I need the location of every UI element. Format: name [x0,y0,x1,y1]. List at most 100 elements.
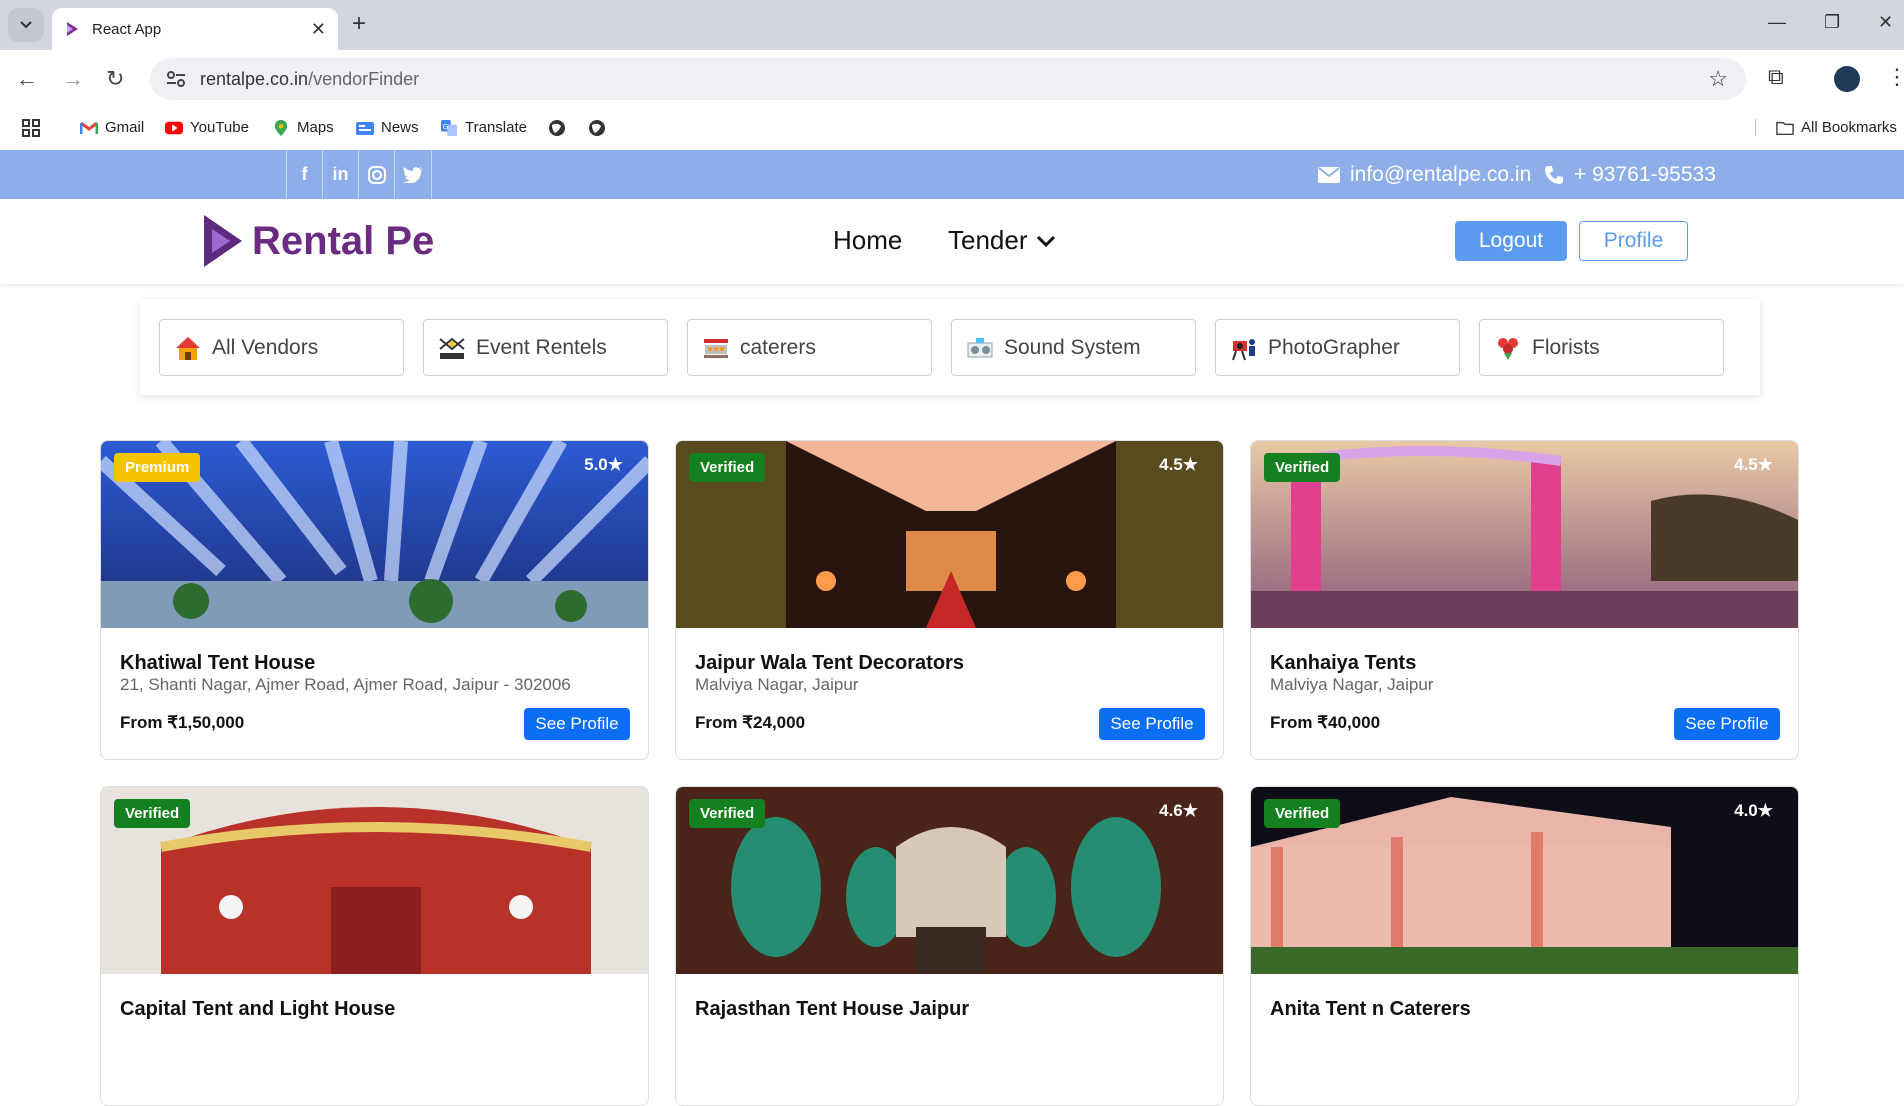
vendor-price: From ₹1,50,000 [120,713,245,732]
brand-name: Rental Pe [252,218,435,263]
vendor-card[interactable]: Premium 5.0★ Khatiwal Tent House 21, Sha… [100,440,649,760]
category-sound-system[interactable]: Sound System [951,319,1196,376]
bookmark-star-icon[interactable]: ☆ [1708,66,1728,92]
profile-button[interactable]: Profile [1579,221,1688,261]
rating-badge: 4.0★ [1734,801,1773,820]
vendor-address: Malviya Nagar, Jaipur [1270,675,1434,694]
photographer-icon [1232,338,1255,360]
vendor-address: 21, Shanti Nagar, Ajmer Road, Ajmer Road… [120,675,571,694]
bookmark-label: Gmail [105,119,145,136]
url-text: rentalpe.co.in/vendorFinder [200,69,419,90]
category-label: PhotoGrapher [1268,335,1400,359]
vendor-name: Rajasthan Tent House Jaipur [695,998,970,1020]
category-photographer[interactable]: PhotoGrapher [1215,319,1460,376]
phone-icon [1545,166,1563,184]
bookmark-label: Maps [297,119,334,136]
reload-icon[interactable]: ↻ [106,66,124,92]
email-contact[interactable]: info@rentalpe.co.in [1318,163,1531,187]
bookmark-news[interactable]: News [356,119,419,136]
translate-icon: G [441,119,457,136]
more-menu-icon[interactable]: ⋮ [1886,64,1904,90]
omnibox[interactable]: rentalpe.co.in/vendorFinder ☆ [150,58,1746,100]
extensions-icon[interactable]: ⧉ [1768,64,1784,90]
see-profile-button[interactable]: See Profile [1099,708,1205,740]
rating-badge: 4.5★ [1159,455,1198,474]
vendor-card[interactable]: Verified 4.5★ Jaipur Wala Tent Decorator… [675,440,1224,760]
twitter-icon[interactable] [394,150,432,199]
nav-tender-label: Tender [948,225,1028,255]
close-window-icon[interactable]: ✕ [1878,12,1893,33]
restore-icon[interactable]: ❐ [1824,12,1840,33]
browser-tab-strip: React App ✕ + — ❐ ✕ [0,0,1904,50]
vendor-price: From ₹40,000 [1270,713,1381,732]
site-settings-icon[interactable] [166,70,186,88]
tab-search-button[interactable] [8,8,44,42]
tab-close-icon[interactable]: ✕ [311,19,326,40]
bookmark-maps[interactable]: Maps [272,119,334,136]
bookmark-gmail[interactable]: Gmail [80,119,144,136]
house-icon [176,336,200,360]
category-label: Florists [1532,335,1600,359]
verified-badge: Verified [689,453,766,482]
category-florists[interactable]: Florists [1479,319,1724,376]
chevron-down-icon [1036,235,1055,247]
logout-button[interactable]: Logout [1455,221,1567,261]
instagram-icon[interactable] [358,150,394,199]
tab-title: React App [92,20,162,38]
category-all-vendors[interactable]: All Vendors [159,319,404,376]
category-caterers[interactable]: caterers [687,319,932,376]
bookmarks-bar: Gmail YouTube Maps News G Translate All … [0,108,1904,150]
vendor-card[interactable]: Verified 4.5★ Kanhaiya Tents Malviya Nag… [1250,440,1799,760]
vendor-card[interactable]: Verified Capital Tent and Light House [100,786,649,1106]
vendor-card[interactable]: Verified 4.0★ Anita Tent n Caterers [1250,786,1799,1106]
see-profile-button[interactable]: See Profile [524,708,630,740]
category-label: Event Rentels [476,335,607,359]
category-event-rentels[interactable]: Event Rentels [423,319,668,376]
facebook-icon[interactable]: f [286,150,322,199]
bookmark-label: YouTube [190,119,249,136]
globe-icon[interactable] [548,119,566,137]
vendor-name: Khatiwal Tent House [120,652,316,674]
see-profile-button[interactable]: See Profile [1674,708,1780,740]
verified-badge: Verified [114,799,191,828]
phone-contact[interactable]: + 93761-95533 [1544,163,1716,187]
folder-icon [1776,121,1794,135]
bookmark-translate[interactable]: G Translate [440,119,527,136]
vendor-price: From ₹24,000 [695,713,806,732]
category-filter-panel: All Vendors Event Rentels caterers Sound… [140,299,1760,395]
vendor-card[interactable]: Verified 4.6★ Rajasthan Tent House Jaipu… [675,786,1224,1106]
phone-text: + 93761-95533 [1574,163,1716,186]
verified-badge: Verified [1264,453,1341,482]
new-tab-button[interactable]: + [352,10,366,38]
vendor-name: Capital Tent and Light House [120,998,396,1020]
globe-icon[interactable] [588,119,606,137]
apps-grid-icon[interactable] [22,119,40,137]
premium-badge: Premium [114,453,201,482]
bookmark-label: News [381,119,419,136]
brand-logo[interactable]: Rental Pe [202,215,434,267]
maps-icon [274,119,288,136]
buffet-icon [704,338,728,358]
linkedin-icon[interactable]: in [322,150,358,199]
back-icon[interactable]: ← [16,66,38,92]
browser-tab[interactable]: React App ✕ [52,8,338,50]
url-host: rentalpe.co.in [200,68,309,89]
nav-tender[interactable]: Tender [948,225,1056,256]
url-path: /vendorFinder [308,68,420,89]
verified-badge: Verified [1264,799,1341,828]
rating-badge: 4.6★ [1159,801,1198,820]
minimize-icon[interactable]: — [1768,12,1786,33]
all-bookmarks[interactable]: All Bookmarks [1755,119,1897,136]
nav-home[interactable]: Home [833,225,902,256]
vendor-name: Jaipur Wala Tent Decorators [695,652,964,674]
news-icon [356,121,374,135]
category-label: All Vendors [212,335,319,359]
bookmark-youtube[interactable]: YouTube [165,119,249,136]
address-bar-row: ← → ↻ rentalpe.co.in/vendorFinder ☆ ⧉ ⋮ [0,50,1904,108]
profile-avatar[interactable] [1834,66,1860,92]
vendor-name: Anita Tent n Caterers [1270,998,1471,1020]
forward-icon[interactable]: → [62,66,84,92]
site-header: Rental Pe Home Tender Logout Profile [0,199,1904,284]
rating-badge: 4.5★ [1734,455,1773,474]
mail-icon [1318,167,1340,183]
